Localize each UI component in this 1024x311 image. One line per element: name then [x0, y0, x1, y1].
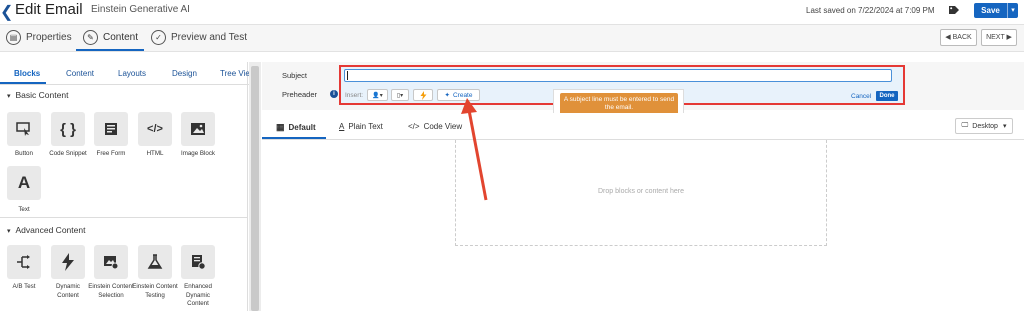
- device-label: Desktop: [972, 122, 998, 130]
- back-button[interactable]: ◀ BACK: [940, 29, 977, 46]
- step-label: Content: [103, 32, 139, 43]
- block-label: Enhanced Dynamic Content: [184, 283, 212, 307]
- validation-tooltip: A subject line must be entered to send t…: [560, 93, 678, 115]
- lightning-icon: [420, 90, 426, 100]
- tab-plain-text[interactable]: A Plain Text: [339, 122, 383, 131]
- section-title: Advanced Content: [15, 225, 86, 235]
- text-cursor: [347, 71, 348, 80]
- block-label: Image Block: [180, 150, 216, 157]
- subject-input[interactable]: [344, 69, 892, 82]
- enhanced-dynamic-icon[interactable]: [181, 245, 215, 279]
- block-label: Einstein Content Selection: [88, 283, 134, 299]
- block-label: Text: [18, 206, 30, 213]
- active-step-indicator: [76, 49, 144, 51]
- step-content[interactable]: ✎ Content: [83, 29, 138, 46]
- tab-layouts[interactable]: Layouts: [118, 69, 146, 78]
- page-subtitle: Einstein Generative AI: [91, 4, 190, 15]
- text-icon[interactable]: A: [7, 166, 41, 200]
- person-icon: 👤▾: [372, 92, 383, 99]
- html-icon[interactable]: </>: [138, 112, 172, 146]
- tag-icon[interactable]: [948, 5, 960, 15]
- basic-content-section[interactable]: ▾ Basic Content: [7, 90, 68, 100]
- active-view-indicator: [262, 137, 326, 139]
- monitor-icon: 🖵: [961, 122, 969, 129]
- last-saved-text: Last saved on 7/22/2024 at 7:09 PM: [806, 6, 935, 15]
- grid-icon: ▦: [276, 122, 285, 132]
- subject-label: Subject: [282, 71, 308, 80]
- einstein-selection-icon[interactable]: [94, 245, 128, 279]
- ai-lightning-button[interactable]: [413, 89, 433, 101]
- code-snippet-icon[interactable]: { }: [51, 112, 85, 146]
- insert-label: Insert:: [345, 92, 364, 99]
- block-label: Code Snippet: [49, 150, 87, 157]
- block-label: Dynamic Content: [55, 283, 81, 299]
- ab-test-icon[interactable]: [7, 245, 41, 279]
- flask-icon[interactable]: [138, 245, 172, 279]
- section-divider: [0, 217, 248, 218]
- tab-default[interactable]: ▦ Default: [276, 122, 316, 133]
- tab-code-view[interactable]: </> Code View: [408, 122, 462, 131]
- tab-label: Plain Text: [348, 122, 383, 131]
- image-icon[interactable]: [181, 112, 215, 146]
- back-arrow-icon[interactable]: ❮: [0, 2, 13, 22]
- properties-icon: ▤: [6, 30, 21, 45]
- tab-blocks[interactable]: Blocks: [14, 69, 40, 78]
- device-dropdown[interactable]: 🖵 Desktop ▾: [955, 118, 1013, 134]
- drop-placeholder: Drop blocks or content here: [598, 188, 684, 195]
- pencil-icon: ✎: [83, 30, 98, 45]
- step-label: Properties: [26, 32, 72, 43]
- block-label: Einstein Content Testing: [132, 283, 178, 299]
- sparkle-icon: ✦: [444, 92, 450, 99]
- checkmark-icon: ✓: [151, 30, 166, 45]
- text-format-icon: A: [339, 122, 345, 131]
- button-icon[interactable]: [7, 112, 41, 146]
- scrollbar-thumb[interactable]: [251, 66, 259, 311]
- chevron-down-icon: ▾: [1002, 123, 1007, 130]
- save-dropdown-icon[interactable]: ▾: [1007, 3, 1018, 18]
- save-button[interactable]: Save: [974, 3, 1007, 18]
- block-label: A/B Test: [12, 283, 36, 290]
- annotation-arrow-icon: [461, 98, 488, 201]
- done-button[interactable]: Done: [876, 91, 898, 101]
- block-label: Free Form: [96, 150, 126, 157]
- step-preview-test[interactable]: ✓ Preview and Test: [151, 29, 247, 46]
- preheader-label: Preheader: [282, 90, 318, 99]
- block-label: HTML: [146, 150, 164, 157]
- advanced-content-section[interactable]: ▾ Advanced Content: [7, 225, 85, 235]
- phone-icon: ▯▾: [396, 92, 404, 99]
- chevron-down-icon: ▾: [7, 228, 11, 235]
- page-title: Edit Email: [15, 1, 83, 18]
- tab-content[interactable]: Content: [66, 69, 94, 78]
- code-icon: </>: [408, 122, 420, 131]
- tab-divider: [0, 84, 260, 85]
- tab-label: Code View: [423, 122, 463, 131]
- step-label: Preview and Test: [171, 32, 247, 43]
- active-tab-indicator: [0, 82, 46, 84]
- chevron-down-icon: ▾: [7, 93, 11, 100]
- block-label: Button: [15, 150, 33, 157]
- next-button[interactable]: NEXT ▶: [981, 29, 1017, 46]
- info-icon[interactable]: i: [330, 90, 338, 98]
- tab-design[interactable]: Design: [172, 69, 197, 78]
- cancel-link[interactable]: Cancel: [851, 93, 871, 100]
- free-form-icon[interactable]: [94, 112, 128, 146]
- tab-label: Default: [288, 123, 316, 132]
- lightning-icon[interactable]: [51, 245, 85, 279]
- step-properties[interactable]: ▤ Properties: [6, 29, 72, 46]
- personalization-dropdown[interactable]: 👤▾: [367, 89, 388, 101]
- mobile-dropdown[interactable]: ▯▾: [391, 89, 409, 101]
- section-title: Basic Content: [15, 90, 69, 100]
